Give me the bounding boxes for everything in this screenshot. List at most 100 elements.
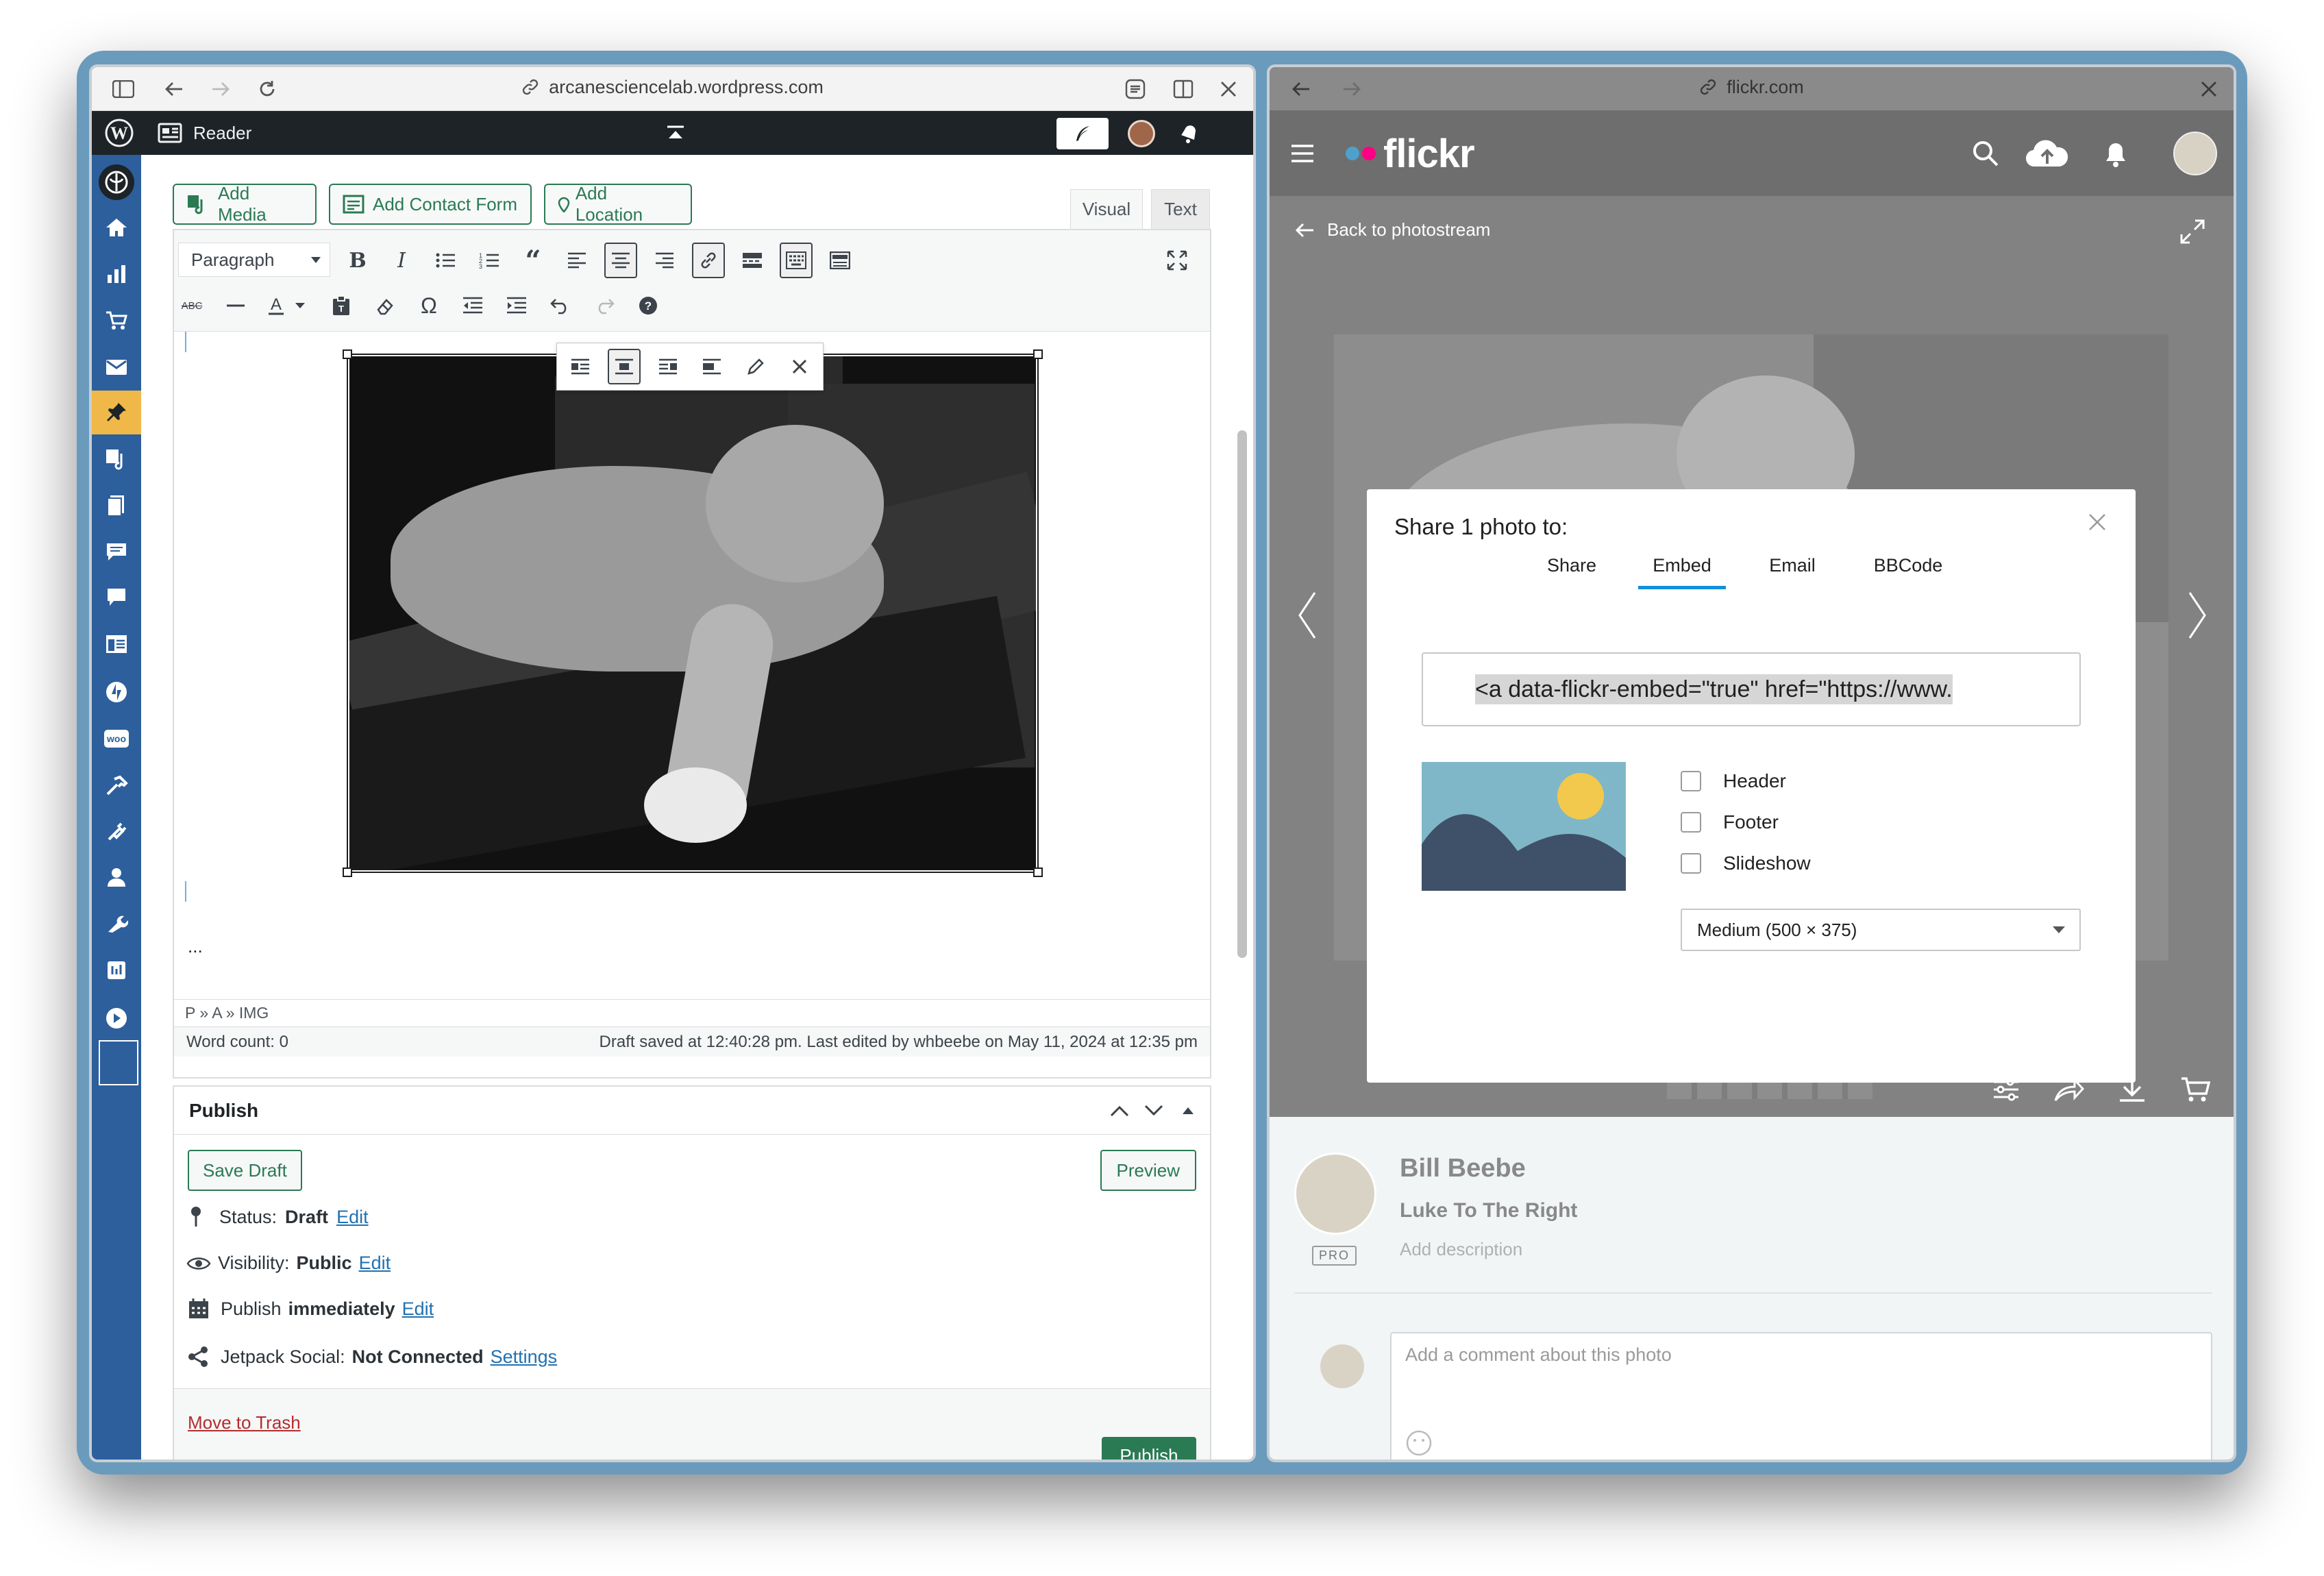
wordpress-logo-icon[interactable]: W xyxy=(101,115,137,151)
italic-icon[interactable]: I xyxy=(385,243,418,278)
split-view-icon[interactable] xyxy=(1168,74,1198,104)
help-icon[interactable]: ? xyxy=(632,288,665,323)
add-location-button[interactable]: Add Location xyxy=(544,183,692,225)
photo-title[interactable]: Luke To The Right xyxy=(1400,1199,1577,1222)
preview-button[interactable]: Preview xyxy=(1100,1150,1196,1191)
blockquote-icon[interactable]: “ xyxy=(517,243,549,278)
image-align-left-icon[interactable] xyxy=(564,349,597,384)
numbered-list-icon[interactable]: 123 xyxy=(473,243,506,278)
notifications-bell-icon[interactable] xyxy=(1174,118,1204,148)
outdent-icon[interactable] xyxy=(456,288,489,323)
visibility-edit-link[interactable]: Edit xyxy=(359,1253,391,1274)
back-icon[interactable] xyxy=(1286,74,1316,104)
tab-text[interactable]: Text xyxy=(1151,189,1210,229)
special-character-icon[interactable]: Ω xyxy=(412,288,445,323)
tab-share[interactable]: Share xyxy=(1527,555,1616,576)
media-icon[interactable] xyxy=(92,437,141,481)
flickr-logo[interactable]: flickr xyxy=(1345,131,1475,177)
feedback-icon[interactable] xyxy=(92,530,141,574)
reader-icon[interactable] xyxy=(155,118,185,148)
forward-icon[interactable] xyxy=(1337,74,1367,104)
next-photo-icon[interactable] xyxy=(2180,588,2214,643)
read-more-icon[interactable] xyxy=(736,243,769,278)
resize-handle[interactable] xyxy=(343,867,352,877)
user-avatar[interactable] xyxy=(1128,120,1155,147)
align-right-icon[interactable] xyxy=(648,243,681,278)
import-icon[interactable] xyxy=(92,948,141,992)
forward-icon[interactable] xyxy=(206,74,236,104)
mail-icon[interactable] xyxy=(92,345,141,389)
emoji-icon[interactable] xyxy=(1405,1429,1433,1457)
header-checkbox[interactable] xyxy=(1681,771,1701,791)
add-contact-form-button[interactable]: Add Contact Form xyxy=(329,184,532,225)
tab-bbcode[interactable]: BBCode xyxy=(1860,555,1956,576)
woocommerce-icon[interactable]: woo xyxy=(92,717,141,761)
fullscreen-icon[interactable] xyxy=(1161,243,1194,278)
image-align-right-icon[interactable] xyxy=(652,349,684,384)
upload-cloud-icon[interactable] xyxy=(2025,138,2069,169)
write-button[interactable] xyxy=(1056,118,1109,149)
play-collapse-icon[interactable] xyxy=(92,996,141,1040)
option-footer[interactable]: Footer xyxy=(1681,811,1779,833)
bold-icon[interactable]: B xyxy=(341,243,374,278)
redo-icon[interactable] xyxy=(588,288,621,323)
add-description[interactable]: Add description xyxy=(1400,1239,1522,1260)
settings-wrench-icon[interactable] xyxy=(92,902,141,946)
reload-icon[interactable] xyxy=(252,74,282,104)
collapse-bar-icon[interactable] xyxy=(660,118,691,148)
add-media-button[interactable]: Add Media xyxy=(173,183,317,225)
home-icon[interactable] xyxy=(92,206,141,249)
paste-text-icon[interactable]: T xyxy=(325,288,358,323)
hamburger-menu-icon[interactable] xyxy=(1287,138,1318,169)
size-select[interactable]: Medium (500 × 375) xyxy=(1681,909,2081,951)
comment-input[interactable]: Add a comment about this photo xyxy=(1390,1332,2212,1460)
align-center-icon[interactable] xyxy=(604,243,637,278)
remove-image-icon[interactable] xyxy=(783,349,816,384)
stats-icon[interactable] xyxy=(92,252,141,296)
sidebar-toggle-icon[interactable] xyxy=(108,74,138,104)
user-avatar[interactable] xyxy=(2173,132,2217,175)
close-modal-icon[interactable] xyxy=(2082,507,2112,537)
resize-handle[interactable] xyxy=(1033,867,1043,877)
site-icon[interactable] xyxy=(92,160,141,204)
option-header[interactable]: Header xyxy=(1681,770,1786,792)
insert-block-icon[interactable] xyxy=(824,243,856,278)
appearance-icon[interactable] xyxy=(92,622,141,666)
tab-email[interactable]: Email xyxy=(1748,555,1837,576)
slideshow-checkbox[interactable] xyxy=(1681,853,1701,874)
close-tab-icon[interactable] xyxy=(2194,74,2224,104)
jetpack-icon[interactable] xyxy=(92,670,141,714)
notifications-bell-icon[interactable] xyxy=(2101,138,2131,169)
footer-checkbox[interactable] xyxy=(1681,812,1701,833)
jetpack-settings-link[interactable]: Settings xyxy=(491,1346,558,1368)
resize-handle[interactable] xyxy=(1033,349,1043,359)
author-name[interactable]: Bill Beebe xyxy=(1400,1154,1526,1183)
author-avatar[interactable] xyxy=(1294,1153,1376,1235)
move-to-trash-link[interactable]: Move to Trash xyxy=(188,1412,301,1433)
publish-edit-link[interactable]: Edit xyxy=(402,1298,434,1320)
editor-scrollbar[interactable] xyxy=(1237,430,1247,958)
cart-icon[interactable] xyxy=(2180,1074,2210,1105)
undo-icon[interactable] xyxy=(544,288,577,323)
plugins-icon[interactable] xyxy=(92,810,141,854)
comments-icon[interactable] xyxy=(92,576,141,619)
reader-label[interactable]: Reader xyxy=(193,123,251,144)
toolbar-toggle-icon[interactable] xyxy=(780,243,813,278)
indent-icon[interactable] xyxy=(500,288,533,323)
url-text[interactable]: arcanesciencelab.wordpress.com xyxy=(549,77,824,98)
tab-visual[interactable]: Visual xyxy=(1070,189,1143,229)
link-icon[interactable] xyxy=(692,243,725,278)
strikethrough-icon[interactable]: ABC xyxy=(175,288,208,323)
collapse-panel-icon[interactable] xyxy=(1173,1096,1203,1126)
move-down-icon[interactable] xyxy=(1139,1096,1169,1126)
align-left-icon[interactable] xyxy=(560,243,593,278)
image-align-none-icon[interactable] xyxy=(695,349,728,384)
edit-pencil-icon[interactable] xyxy=(739,349,772,384)
tab-embed[interactable]: Embed xyxy=(1638,555,1726,589)
url-text[interactable]: flickr.com xyxy=(1727,77,1804,98)
back-icon[interactable] xyxy=(159,74,189,104)
cart-icon[interactable] xyxy=(92,299,141,343)
image-align-center-icon[interactable] xyxy=(608,349,641,384)
embed-code-field[interactable]: <a data-flickr-embed="true" href="https:… xyxy=(1422,652,2081,726)
horizontal-line-icon[interactable] xyxy=(219,288,252,323)
